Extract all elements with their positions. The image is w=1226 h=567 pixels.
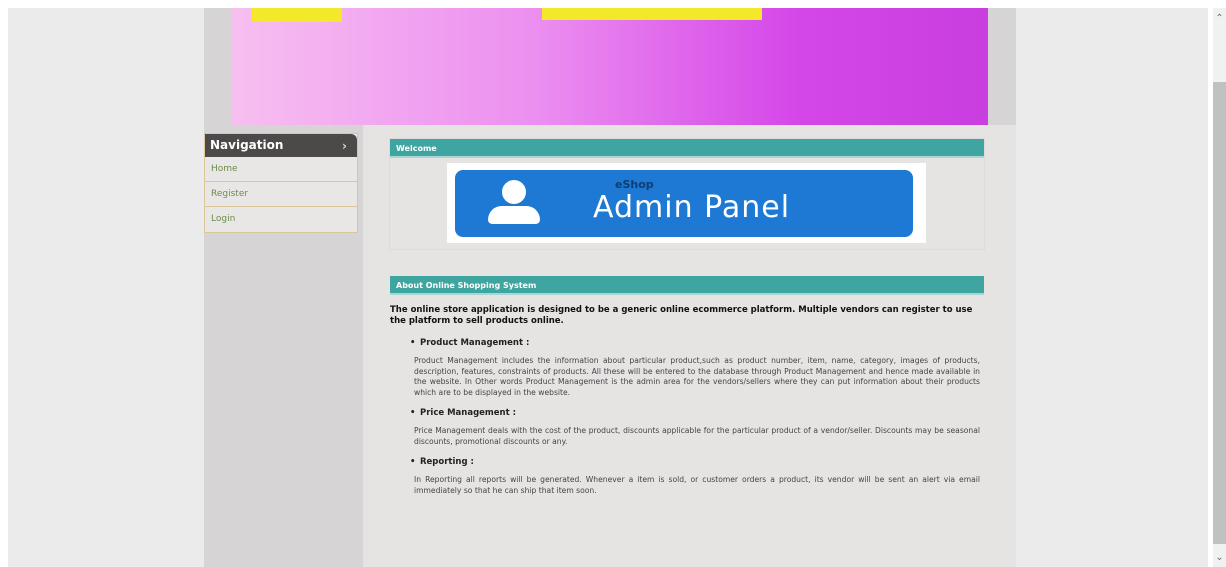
about-content: The online store application is designed… (390, 305, 984, 504)
admin-panel-banner: eShop Admin Panel (455, 170, 913, 237)
feature-title: • Price Management : (410, 406, 984, 420)
banner-graphic (542, 8, 762, 20)
about-intro: The online store application is designed… (390, 305, 973, 326)
navigation-title: Navigation (210, 138, 284, 152)
chevron-right-icon: › (342, 139, 347, 153)
feature-description: Product Management includes the informat… (414, 356, 980, 397)
feature-list: • Product Management : Product Management… (390, 336, 984, 496)
sidebar-item-register[interactable]: Register (205, 182, 357, 207)
sidebar: Navigation › Home Register Login (204, 133, 358, 233)
user-icon (488, 206, 540, 224)
feature-title-text: Reporting : (420, 457, 474, 467)
scroll-down-icon[interactable]: ⌄ (1213, 551, 1226, 565)
welcome-header: Welcome (390, 139, 984, 158)
navigation-header: Navigation › (205, 134, 357, 157)
sidebar-item-home[interactable]: Home (205, 157, 357, 182)
admin-panel-image: eShop Admin Panel (447, 163, 926, 243)
navigation-box: Navigation › Home Register Login (204, 133, 358, 233)
scroll-up-icon[interactable]: ⌃ (1213, 12, 1226, 26)
bullet-icon: • (410, 408, 416, 418)
feature-title-text: Price Management : (420, 408, 517, 418)
banner-graphic (252, 8, 342, 22)
about-panel: About Online Shopping System (390, 276, 984, 295)
admin-panel-title: Admin Panel (593, 190, 791, 225)
feature-description: In Reporting all reports will be generat… (414, 475, 980, 495)
bullet-icon: • (410, 457, 416, 467)
feature-title: • Product Management : (410, 336, 984, 350)
header-banner (232, 8, 988, 125)
feature-title-text: Product Management : (420, 338, 530, 348)
user-icon (502, 180, 526, 204)
sidebar-item-login[interactable]: Login (205, 207, 357, 232)
bullet-icon: • (410, 338, 416, 348)
scrollbar-thumb[interactable] (1213, 82, 1226, 544)
feature-description: Price Management deals with the cost of … (414, 426, 980, 446)
about-header: About Online Shopping System (390, 276, 984, 295)
feature-title: • Reporting : (410, 455, 984, 469)
